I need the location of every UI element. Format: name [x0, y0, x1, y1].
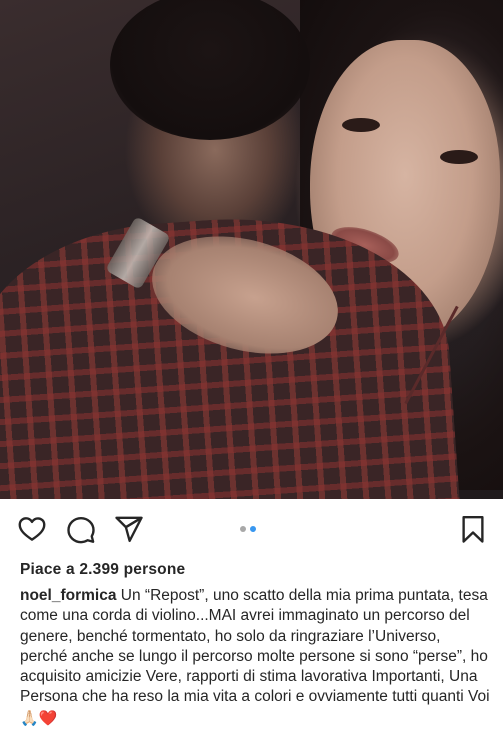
comment-bubble-icon	[67, 516, 95, 544]
post-caption: noel_formica Un “Repost”, uno scatto del…	[20, 586, 490, 729]
caption-username[interactable]: noel_formica	[20, 587, 116, 604]
photo-detail	[342, 118, 380, 132]
photo-detail	[440, 150, 478, 164]
bookmark-outline-icon	[462, 515, 484, 543]
heart-outline-icon	[18, 517, 46, 541]
photo-detail	[110, 0, 310, 140]
like-button[interactable]	[17, 514, 47, 544]
praying-hands-emoji: 🙏🏻	[20, 708, 39, 727]
caption-text: Un “Repost”, uno scatto della mia prima …	[20, 587, 490, 706]
carousel-indicator	[240, 526, 256, 532]
carousel-dot	[240, 526, 246, 532]
save-button[interactable]	[458, 514, 488, 544]
comment-button[interactable]	[66, 514, 96, 544]
likes-count[interactable]: Piace a 2.399 persone	[20, 561, 185, 579]
carousel-dot-active	[250, 526, 256, 532]
post-photo[interactable]	[0, 0, 503, 499]
paper-plane-icon	[115, 516, 143, 543]
heart-emoji: ❤️	[38, 708, 58, 727]
share-button[interactable]	[114, 514, 144, 544]
